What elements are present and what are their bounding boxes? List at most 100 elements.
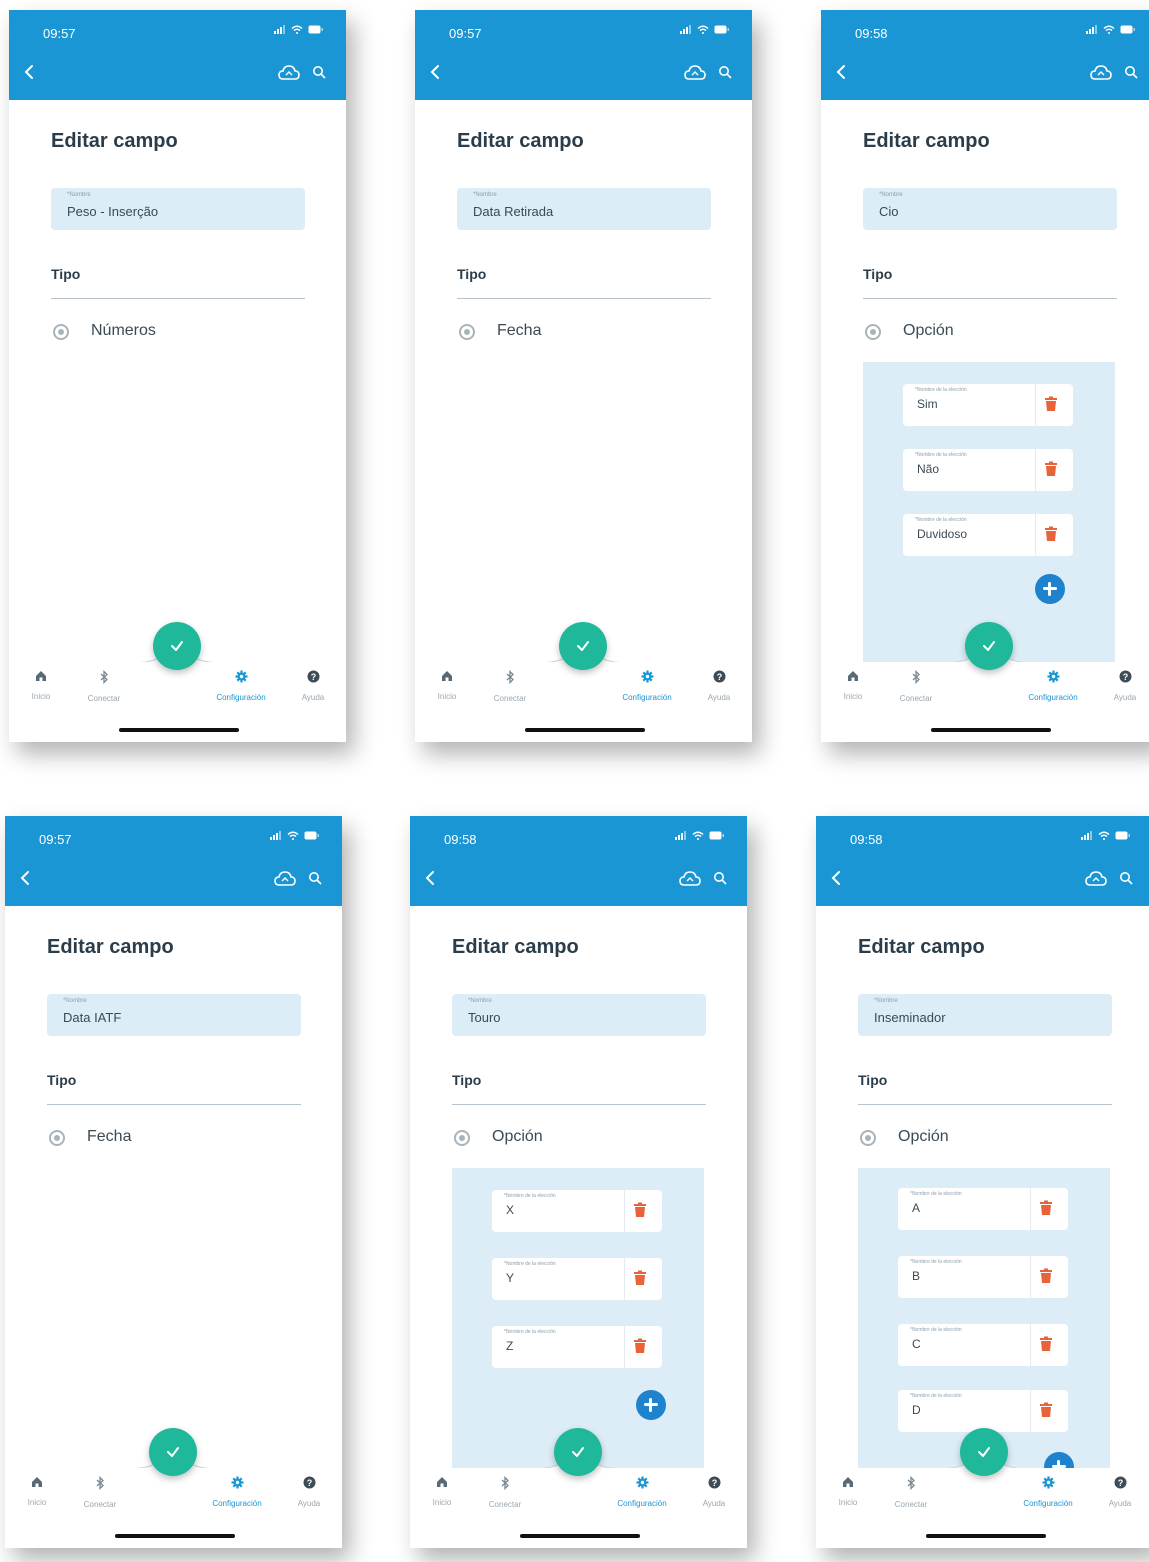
nav-item-conectar[interactable]: Conectar bbox=[77, 1476, 123, 1509]
nav-item-conectar[interactable]: Conectar bbox=[81, 670, 127, 703]
wifi-icon bbox=[287, 831, 299, 840]
nav-item-conectar[interactable]: Conectar bbox=[888, 1476, 934, 1509]
back-arrow-icon[interactable] bbox=[424, 870, 436, 886]
back-arrow-icon[interactable] bbox=[23, 64, 35, 80]
search-icon[interactable] bbox=[1119, 871, 1133, 885]
cloud-sync-icon[interactable] bbox=[684, 65, 706, 81]
nav-item-inicio[interactable]: Inicio bbox=[19, 1476, 55, 1507]
choice-field-label: *Nombre de la elección bbox=[915, 387, 967, 393]
status-icons bbox=[680, 25, 730, 34]
trash-icon[interactable] bbox=[1044, 526, 1058, 542]
search-icon[interactable] bbox=[718, 65, 732, 79]
confirm-button[interactable] bbox=[149, 1428, 197, 1476]
name-field[interactable]: *Nombre Peso - Inserção bbox=[51, 188, 305, 230]
search-icon[interactable] bbox=[308, 871, 322, 885]
name-field[interactable]: *Nombre Data IATF bbox=[47, 994, 301, 1036]
type-radio[interactable] bbox=[51, 322, 71, 342]
trash-icon[interactable] bbox=[1039, 1336, 1053, 1352]
trash-icon[interactable] bbox=[1039, 1268, 1053, 1284]
nav-item-configuracion[interactable]: Configuración bbox=[613, 670, 681, 702]
trash-icon[interactable] bbox=[1044, 461, 1058, 477]
name-field[interactable]: *Nombre Data Retirada bbox=[457, 188, 711, 230]
confirm-button[interactable] bbox=[965, 622, 1013, 670]
trash-icon[interactable] bbox=[633, 1202, 647, 1218]
trash-icon[interactable] bbox=[633, 1270, 647, 1286]
nav-item-inicio[interactable]: Inicio bbox=[830, 1476, 866, 1507]
wifi-icon bbox=[697, 25, 709, 34]
choice-field[interactable]: *Nombre de la elección Duvidoso bbox=[903, 514, 1073, 556]
choice-field[interactable]: *Nombre de la elección B bbox=[898, 1256, 1068, 1298]
name-field[interactable]: *Nombre Cio bbox=[863, 188, 1117, 230]
cloud-sync-icon[interactable] bbox=[1085, 871, 1107, 887]
nav-item-inicio[interactable]: Inicio bbox=[429, 670, 465, 701]
battery-icon bbox=[304, 831, 319, 840]
svg-text:?: ? bbox=[711, 1478, 717, 1488]
status-icons bbox=[675, 831, 725, 840]
tipo-heading: Tipo bbox=[47, 1072, 77, 1088]
nav-item-conectar[interactable]: Conectar bbox=[893, 670, 939, 703]
wifi-icon bbox=[692, 831, 704, 840]
tipo-heading: Tipo bbox=[858, 1072, 888, 1088]
choice-field[interactable]: *Nombre de la elección A bbox=[898, 1188, 1068, 1230]
nav-item-configuracion[interactable]: Configuración bbox=[207, 670, 275, 702]
confirm-button[interactable] bbox=[554, 1428, 602, 1476]
name-field[interactable]: *Nombre Touro bbox=[452, 994, 706, 1036]
choice-field[interactable]: *Nombre de la elección Y bbox=[492, 1258, 662, 1300]
confirm-button[interactable] bbox=[960, 1428, 1008, 1476]
search-icon[interactable] bbox=[713, 871, 727, 885]
trash-icon[interactable] bbox=[1039, 1402, 1053, 1418]
choice-field[interactable]: *Nombre de la elección D bbox=[898, 1390, 1068, 1432]
add-choice-button[interactable] bbox=[636, 1390, 666, 1420]
add-choice-button[interactable] bbox=[1035, 574, 1065, 604]
trash-icon[interactable] bbox=[1039, 1200, 1053, 1216]
type-radio[interactable] bbox=[863, 322, 883, 342]
choice-field-value: A bbox=[912, 1201, 921, 1215]
choice-field[interactable]: *Nombre de la elección C bbox=[898, 1324, 1068, 1366]
back-arrow-icon[interactable] bbox=[429, 64, 441, 80]
nav-item-configuracion[interactable]: Configuración bbox=[608, 1476, 676, 1508]
search-icon[interactable] bbox=[312, 65, 326, 79]
cloud-sync-icon[interactable] bbox=[278, 65, 300, 81]
app-bar: 09:57 bbox=[5, 816, 342, 906]
choice-field[interactable]: *Nombre de la elección X bbox=[492, 1190, 662, 1232]
trash-icon[interactable] bbox=[1044, 396, 1058, 412]
cloud-sync-icon[interactable] bbox=[1090, 65, 1112, 81]
back-arrow-icon[interactable] bbox=[830, 870, 842, 886]
nav-item-configuracion[interactable]: Configuración bbox=[1019, 670, 1087, 702]
nav-item-inicio[interactable]: Inicio bbox=[835, 670, 871, 701]
back-arrow-icon[interactable] bbox=[835, 64, 847, 80]
nav-item-conectar[interactable]: Conectar bbox=[482, 1476, 528, 1509]
search-icon[interactable] bbox=[1124, 65, 1138, 79]
nav-item-configuracion[interactable]: Configuración bbox=[1014, 1476, 1082, 1508]
nav-item-ayuda[interactable]: ? Ayuda bbox=[701, 670, 737, 702]
name-field-label: *Nombre bbox=[473, 192, 497, 198]
type-radio[interactable] bbox=[457, 322, 477, 342]
type-radio[interactable] bbox=[858, 1128, 878, 1148]
nav-item-inicio[interactable]: Inicio bbox=[424, 1476, 460, 1507]
nav-item-ayuda[interactable]: ? Ayuda bbox=[295, 670, 331, 702]
nav-label-ayuda: Ayuda bbox=[301, 693, 325, 702]
nav-label-inicio: Inicio bbox=[31, 692, 51, 701]
nav-item-conectar[interactable]: Conectar bbox=[487, 670, 533, 703]
nav-item-ayuda[interactable]: ? Ayuda bbox=[696, 1476, 732, 1508]
nav-item-ayuda[interactable]: ? Ayuda bbox=[1107, 670, 1143, 702]
gear-icon bbox=[235, 670, 247, 683]
cloud-sync-icon[interactable] bbox=[679, 871, 701, 887]
choice-field[interactable]: *Nombre de la elección Não bbox=[903, 449, 1073, 491]
type-radio[interactable] bbox=[452, 1128, 472, 1148]
confirm-button[interactable] bbox=[559, 622, 607, 670]
nav-item-ayuda[interactable]: ? Ayuda bbox=[291, 1476, 327, 1508]
trash-icon[interactable] bbox=[633, 1338, 647, 1354]
confirm-button[interactable] bbox=[153, 622, 201, 670]
type-radio[interactable] bbox=[47, 1128, 67, 1148]
choice-field[interactable]: *Nombre de la elección Sim bbox=[903, 384, 1073, 426]
home-indicator bbox=[926, 1534, 1046, 1538]
nav-label-inicio: Inicio bbox=[838, 1498, 858, 1507]
name-field[interactable]: *Nombre Inseminador bbox=[858, 994, 1112, 1036]
nav-item-ayuda[interactable]: ? Ayuda bbox=[1102, 1476, 1138, 1508]
nav-item-configuracion[interactable]: Configuración bbox=[203, 1476, 271, 1508]
cloud-sync-icon[interactable] bbox=[274, 871, 296, 887]
back-arrow-icon[interactable] bbox=[19, 870, 31, 886]
nav-item-inicio[interactable]: Inicio bbox=[23, 670, 59, 701]
choice-field[interactable]: *Nombre de la elección Z bbox=[492, 1326, 662, 1368]
